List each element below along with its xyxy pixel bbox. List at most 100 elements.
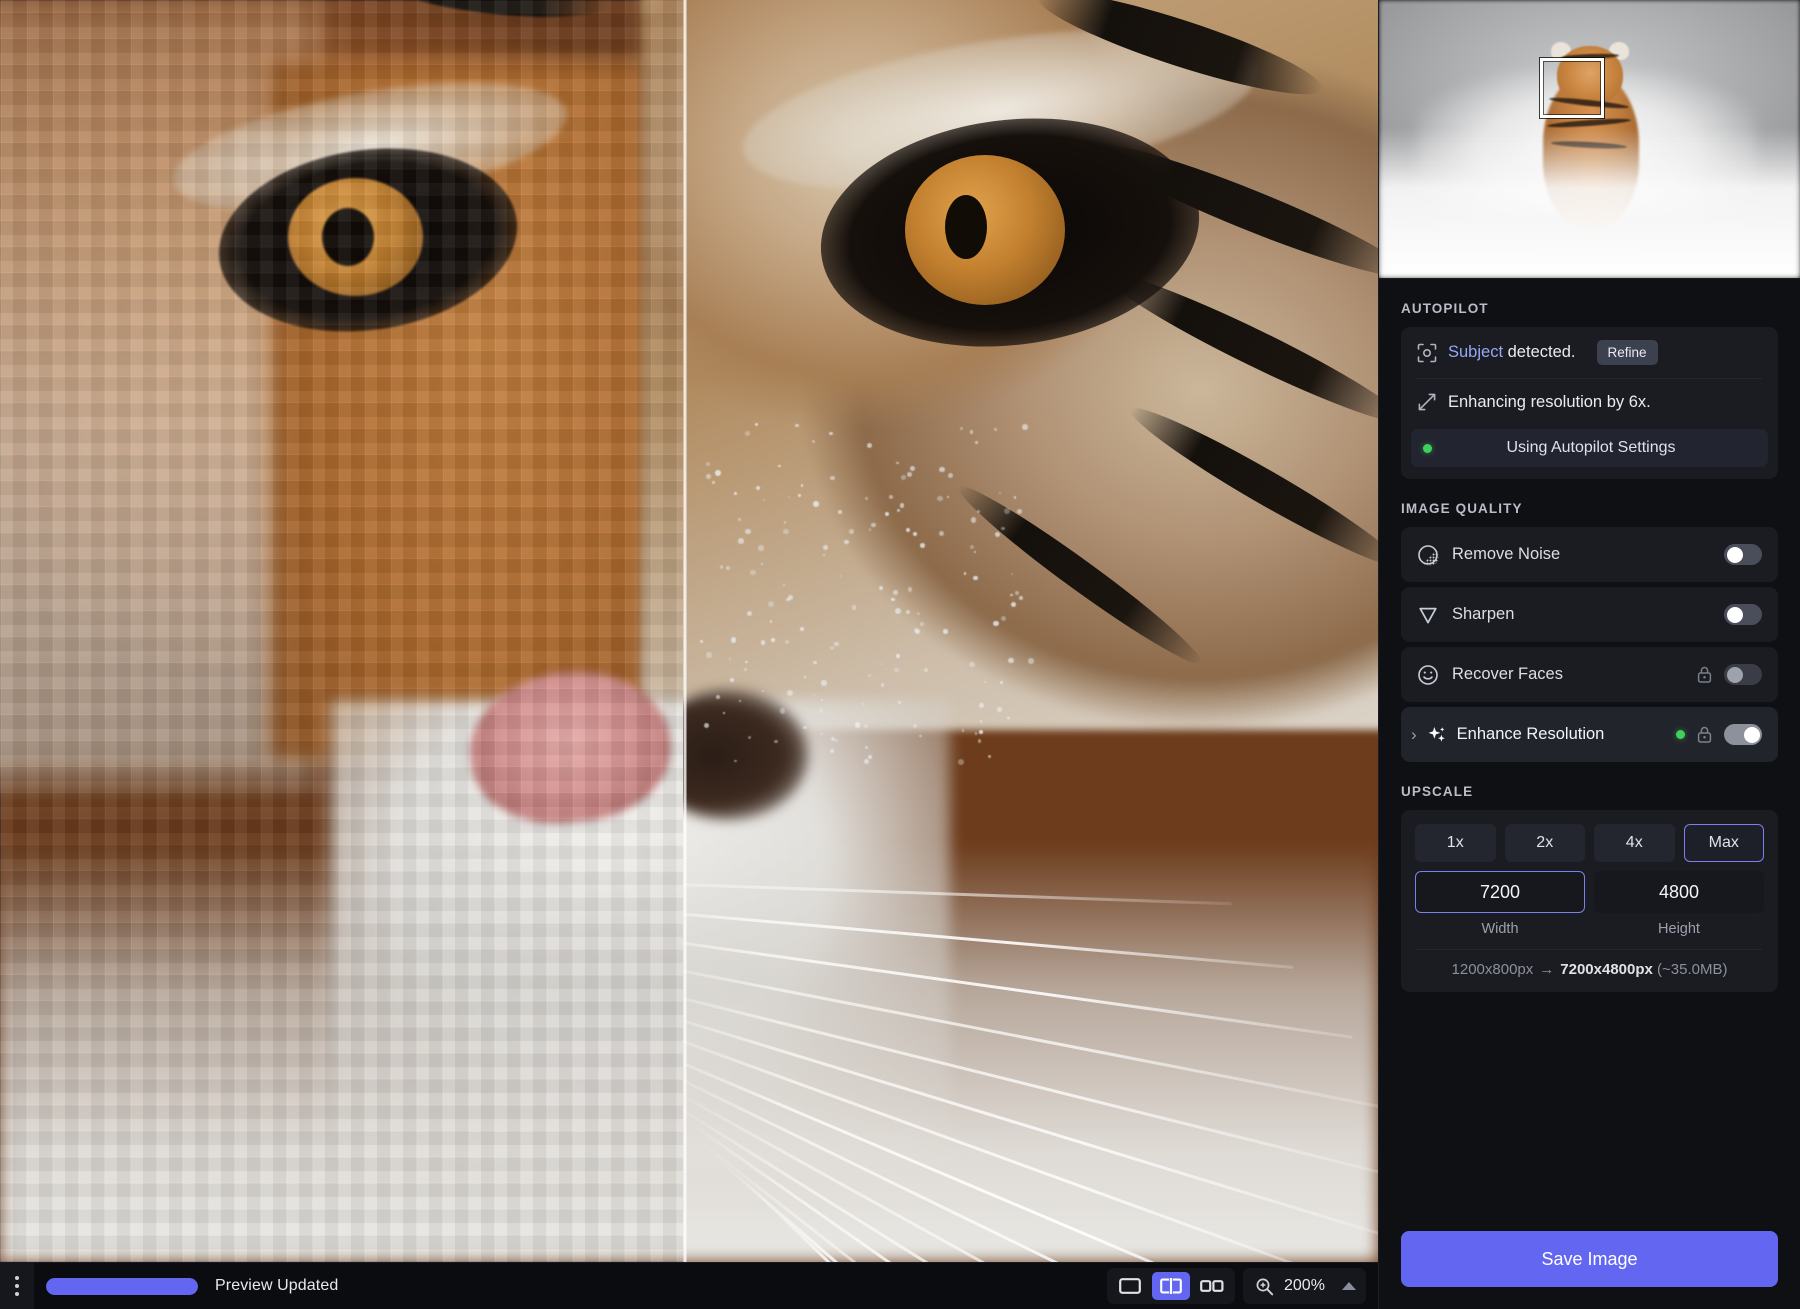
refine-button[interactable]: Refine [1597, 340, 1658, 365]
fur-speckle [960, 427, 962, 429]
progress-bar [46, 1278, 198, 1295]
fur-speckle [910, 466, 915, 471]
fur-speckle [761, 563, 763, 565]
fur-speckle [939, 467, 944, 472]
kebab-dot [15, 1276, 19, 1280]
fur-speckle [783, 529, 788, 534]
fur-speckle [994, 428, 996, 430]
fur-speckle [862, 703, 864, 705]
upscale-2x-button[interactable]: 2x [1505, 824, 1586, 862]
kebab-dot [15, 1284, 19, 1288]
fur-speckle [774, 740, 777, 743]
fur-speckle [937, 496, 942, 501]
fur-speckle [865, 497, 868, 500]
chevron-right-icon[interactable]: › [1411, 726, 1417, 743]
fur-speckle [738, 538, 744, 544]
fur-speckle [970, 545, 974, 549]
fur-speckle [924, 668, 928, 672]
fur-speckle [1022, 424, 1028, 430]
row-recover-faces[interactable]: Recover Faces [1401, 647, 1778, 702]
fur-speckle [770, 620, 772, 622]
fur-speckle [849, 529, 854, 534]
fur-speckle [745, 661, 748, 664]
smiley-face-icon [1417, 664, 1439, 686]
zoom-dropdown-caret-icon[interactable] [1342, 1282, 1356, 1290]
sharpen-triangle-icon [1417, 604, 1439, 626]
upscale-1x-button[interactable]: 1x [1415, 824, 1496, 862]
image-comparison-viewport[interactable] [0, 0, 1378, 1262]
using-autopilot-settings-row[interactable]: Using Autopilot Settings [1411, 429, 1768, 467]
row-controls [1724, 604, 1762, 625]
fur-speckle [798, 494, 800, 496]
enhance-resolution-toggle[interactable] [1724, 724, 1762, 745]
upscale-summary: 1200x800px→7200x4800px (~35.0MB) [1415, 950, 1764, 978]
width-input[interactable]: 7200 [1415, 871, 1585, 913]
upscale-max-button[interactable]: Max [1684, 824, 1765, 862]
fur-speckle [835, 739, 838, 742]
fur-speckle [812, 440, 815, 443]
height-column: 4800 Height [1594, 871, 1764, 937]
image-navigator[interactable] [1379, 0, 1800, 279]
row-sharpen[interactable]: Sharpen [1401, 587, 1778, 642]
fur-speckle [915, 629, 920, 634]
split-view-button[interactable] [1152, 1272, 1190, 1300]
upscale-4x-button[interactable]: 4x [1594, 824, 1675, 862]
zoom-control[interactable]: 200% [1243, 1268, 1366, 1304]
toggle-knob [1744, 727, 1760, 743]
fur-speckle [813, 661, 816, 664]
status-message: Preview Updated [215, 1277, 338, 1295]
width-label: Width [1415, 913, 1585, 937]
progress-bar-fill [46, 1278, 198, 1295]
row-enhance-resolution[interactable]: › Enhance Resolution [1401, 707, 1778, 762]
single-view-button[interactable] [1111, 1272, 1149, 1300]
fur-speckle [889, 495, 893, 499]
autopilot-settings-label: Using Autopilot Settings [1444, 439, 1738, 457]
fur-speckle [748, 736, 751, 739]
summary-arrow-icon: → [1533, 961, 1560, 978]
fur-speckle [896, 462, 898, 464]
fur-speckle [895, 608, 901, 614]
fur-speckle [803, 726, 806, 729]
more-options-button[interactable] [0, 1263, 34, 1309]
recover-faces-toggle[interactable] [1724, 664, 1762, 685]
fur-speckle [1000, 681, 1003, 684]
fur-speckle [1004, 508, 1010, 514]
save-image-button[interactable]: Save Image [1401, 1231, 1778, 1287]
width-column: 7200 Width [1415, 871, 1585, 937]
fur-speckle [831, 737, 835, 741]
subject-frame-icon [1417, 343, 1437, 363]
fur-speckle [720, 565, 724, 569]
fur-speckle [795, 424, 798, 427]
row-remove-noise[interactable]: Remove Noise [1401, 527, 1778, 582]
remove-noise-toggle[interactable] [1724, 544, 1762, 565]
summary-source-size: 1200x800px [1452, 961, 1534, 978]
row-label: Remove Noise [1452, 545, 1711, 564]
fur-speckle [823, 554, 825, 556]
sharpen-toggle[interactable] [1724, 604, 1762, 625]
split-comparison-handle[interactable] [683, 0, 687, 1262]
height-input[interactable]: 4800 [1594, 871, 1764, 913]
fur-speckle [969, 662, 974, 667]
side-by-side-view-button[interactable] [1193, 1272, 1231, 1300]
navigator-selection-rect[interactable] [1540, 58, 1604, 118]
row-controls [1724, 544, 1762, 565]
fur-speckle [855, 722, 860, 727]
status-bar-right: 200% [1107, 1268, 1378, 1304]
upscale-card: 1x 2x 4x Max 7200 Width 4800 Height [1401, 810, 1778, 992]
fur-speckle [821, 680, 827, 686]
autopilot-section-label: AUTOPILOT [1379, 279, 1800, 327]
subject-rest-text: detected. [1503, 343, 1575, 361]
save-section: Save Image [1379, 1209, 1800, 1309]
fur-speckle [852, 605, 856, 609]
image-quality-list: Remove Noise Sharpen [1401, 527, 1778, 762]
fur-speckle [738, 518, 741, 521]
row-controls [1696, 664, 1762, 685]
fur-speckle [712, 481, 715, 484]
fur-speckle [993, 621, 999, 627]
height-label: Height [1594, 913, 1764, 937]
zoom-level-value: 200% [1284, 1277, 1332, 1295]
subject-detected-row: Subject detected. Refine [1401, 327, 1778, 378]
fur-speckle [958, 759, 964, 765]
fur-speckle [901, 475, 906, 480]
fur-speckle [747, 611, 752, 616]
